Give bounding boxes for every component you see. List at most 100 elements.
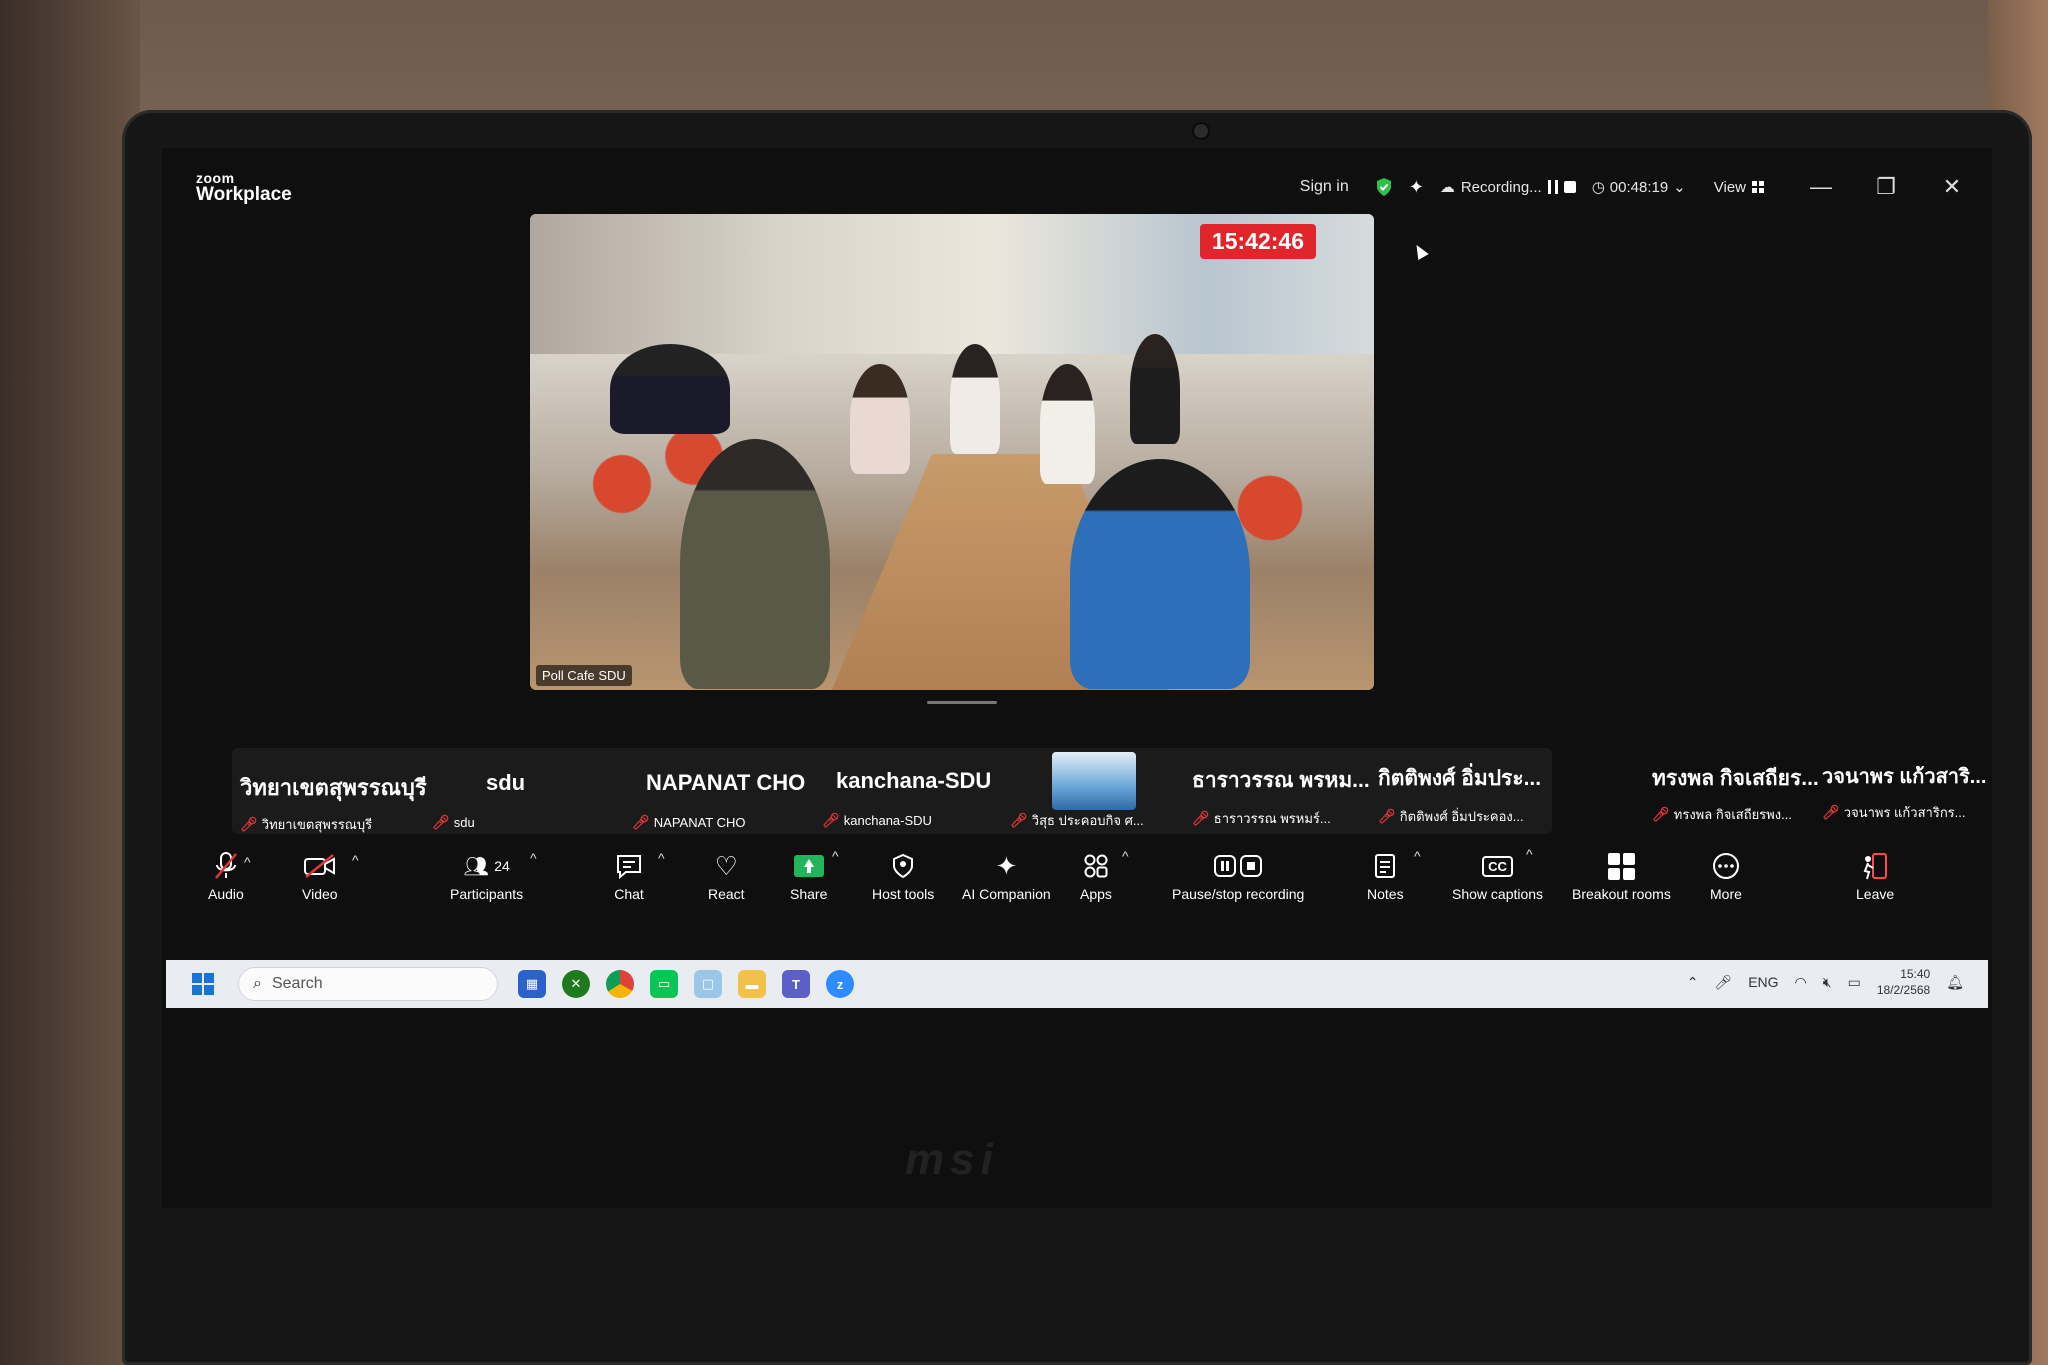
share-label: Share: [790, 886, 828, 902]
people-icon: 👥︎: [463, 855, 489, 878]
captions-options-caret-icon[interactable]: ^: [1526, 846, 1533, 862]
chat-button[interactable]: Chat: [614, 848, 644, 902]
participant-tile[interactable]: ทรงพล กิจเสถียร... 🎤︎ ทรงพล กิจเสถียรพง..…: [1652, 748, 1842, 834]
pause-stop-recording-button[interactable]: Pause/stop recording: [1172, 848, 1304, 902]
leave-button[interactable]: Leave: [1856, 848, 1894, 902]
participants-icon: 👥︎ 24: [463, 848, 510, 884]
closed-captions-icon: CC: [1482, 848, 1513, 884]
share-screen-icon: [793, 848, 824, 884]
host-tools-button[interactable]: Host tools: [872, 848, 934, 902]
ai-companion-button[interactable]: ✦ AI Companion: [962, 848, 1051, 903]
more-icon: [1711, 848, 1741, 884]
taskbar-clock[interactable]: 15:40 18/2/2568: [1877, 966, 1930, 998]
video-person: [680, 439, 830, 689]
chevron-down-icon: ⌄: [1673, 179, 1686, 196]
webcam-icon: [1194, 124, 1208, 138]
clock-icon: ◷: [1591, 179, 1605, 196]
participant-tile[interactable]: วจนาพร แก้วสาริ... 🎤︎ วจนาพร แก้วสาริกร..…: [1822, 748, 1992, 834]
line-icon[interactable]: ▭: [650, 970, 678, 998]
taskbar-time: 15:40: [1900, 967, 1931, 981]
background-left: [0, 0, 140, 1365]
muted-mic-icon: 🎤︎: [1822, 804, 1840, 820]
apps-button[interactable]: Apps: [1080, 848, 1112, 902]
participant-name-row: 🎤︎ ทรงพล กิจเสถียรพง...: [1652, 804, 1792, 825]
taskbar-date: 18/2/2568: [1876, 983, 1931, 997]
participant-name-row: 🎤︎ วิสุธ ประคอบกิจ ศ...: [1010, 810, 1144, 831]
participant-display-name: กิตติพงศ์ อิ่มประ...: [1378, 767, 1542, 790]
sign-in-link[interactable]: Sign in: [1300, 178, 1349, 196]
participant-name-row: 🎤︎ วจนาพร แก้วสาริกร...: [1822, 802, 1966, 823]
share-options-caret-icon[interactable]: ^: [832, 848, 839, 864]
meeting-timer[interactable]: ◷ 00:48:19 ⌄: [1591, 178, 1686, 197]
participant-tile[interactable]: sdu 🎤︎ sdu: [432, 748, 562, 834]
panel-drag-handle[interactable]: [927, 701, 997, 704]
apps-label: Apps: [1080, 886, 1112, 902]
participants-label: Participants: [450, 886, 524, 902]
audio-options-caret-icon[interactable]: ^: [244, 854, 251, 870]
leave-icon: [1860, 848, 1890, 884]
muted-mic-icon: 🎤︎: [1652, 806, 1670, 822]
participant-name: sdu: [453, 815, 475, 830]
chat-label: Chat: [614, 886, 644, 902]
apps-icon: [1082, 848, 1110, 884]
participant-name-row: 🎤︎ กิตติพงศ์ อิ่มประคอง...: [1378, 806, 1524, 827]
ai-sparkle-icon: ✦: [995, 850, 1018, 881]
recording-pause-icon[interactable]: [1547, 180, 1558, 194]
pause-stop-recording-icon: [1214, 848, 1263, 884]
security-shield-icon[interactable]: [1375, 177, 1393, 197]
more-button[interactable]: More: [1710, 848, 1742, 902]
teams-icon[interactable]: T: [782, 970, 810, 998]
minimize-button[interactable]: —: [1810, 174, 1832, 200]
windows-start-icon[interactable]: [192, 973, 214, 995]
close-button[interactable]: ✕: [1942, 174, 1962, 200]
notes-icon: [1373, 848, 1397, 884]
muted-mic-icon: [212, 848, 240, 884]
store-icon[interactable]: ▦: [518, 970, 546, 998]
host-tools-label: Host tools: [872, 886, 935, 902]
zoom-icon[interactable]: z: [826, 970, 854, 998]
audio-button[interactable]: Audio: [208, 848, 244, 902]
notes-options-caret-icon[interactable]: ^: [1414, 848, 1421, 864]
microphone-in-use-icon[interactable]: 🎤︎: [1714, 974, 1732, 991]
view-button[interactable]: View: [1714, 179, 1764, 196]
chrome-icon[interactable]: [606, 970, 634, 998]
participants-button[interactable]: 👥︎ 24 Participants: [450, 848, 524, 903]
participant-name-row: 🎤︎ วิทยาเขตสุพรรณบุรี: [240, 814, 372, 835]
breakout-rooms-icon: [1607, 848, 1635, 884]
main-video[interactable]: 15:42:46 Poll Cafe SDU: [530, 214, 1374, 690]
heart-icon: ♡: [714, 850, 738, 881]
video-options-caret-icon[interactable]: ^: [352, 852, 359, 868]
leave-label: Leave: [1856, 886, 1895, 902]
participant-display-name: kanchana-SDU: [836, 768, 992, 793]
participants-options-caret-icon[interactable]: ^: [530, 850, 537, 866]
video-person: [1130, 334, 1180, 444]
breakout-rooms-button[interactable]: Breakout rooms: [1572, 848, 1671, 902]
photos-icon[interactable]: ▢: [694, 970, 722, 998]
participant-thumbnail: [1052, 752, 1136, 810]
react-button[interactable]: ♡ React: [708, 848, 745, 903]
search-placeholder: Search: [271, 975, 323, 992]
participant-name: กิตติพงศ์ อิ่มประคอง...: [1399, 809, 1524, 824]
apps-options-caret-icon[interactable]: ^: [1122, 848, 1129, 864]
wifi-icon[interactable]: ◠: [1795, 974, 1807, 991]
notifications-icon[interactable]: 🔔︎: [1946, 974, 1964, 991]
language-indicator[interactable]: ENG: [1748, 974, 1778, 990]
notes-button[interactable]: Notes: [1367, 848, 1404, 902]
chat-options-caret-icon[interactable]: ^: [658, 850, 665, 866]
battery-icon[interactable]: ▭: [1848, 974, 1861, 991]
muted-mic-icon: 🎤︎: [632, 814, 650, 830]
system-tray: ⌃ 🎤︎ ENG ◠ 🔇︎ ▭ 15:40 18/2/2568 🔔︎: [1687, 966, 1964, 998]
restore-button[interactable]: ❐: [1876, 174, 1896, 200]
video-button[interactable]: Video: [302, 848, 338, 902]
cloud-icon: ☁: [1439, 179, 1455, 196]
recording-stop-icon[interactable]: [1563, 181, 1576, 193]
file-explorer-icon[interactable]: ▬: [738, 970, 766, 998]
ai-sparkle-icon[interactable]: ✦: [1409, 177, 1424, 198]
taskbar-search[interactable]: ⌕ Search: [238, 967, 498, 1001]
xbox-icon[interactable]: ✕: [562, 970, 590, 998]
chevron-up-icon[interactable]: ⌃: [1687, 974, 1699, 991]
share-button[interactable]: Share: [790, 848, 827, 902]
volume-muted-icon[interactable]: 🔇︎: [1823, 974, 1832, 991]
participant-name-row: 🎤︎ ธาราวรรณ พรหมร์...: [1192, 808, 1331, 829]
titlebar-controls: Sign in ✦ ☁ Recording... ◷ 00:48:19 ⌄ Vi…: [1300, 174, 1962, 200]
